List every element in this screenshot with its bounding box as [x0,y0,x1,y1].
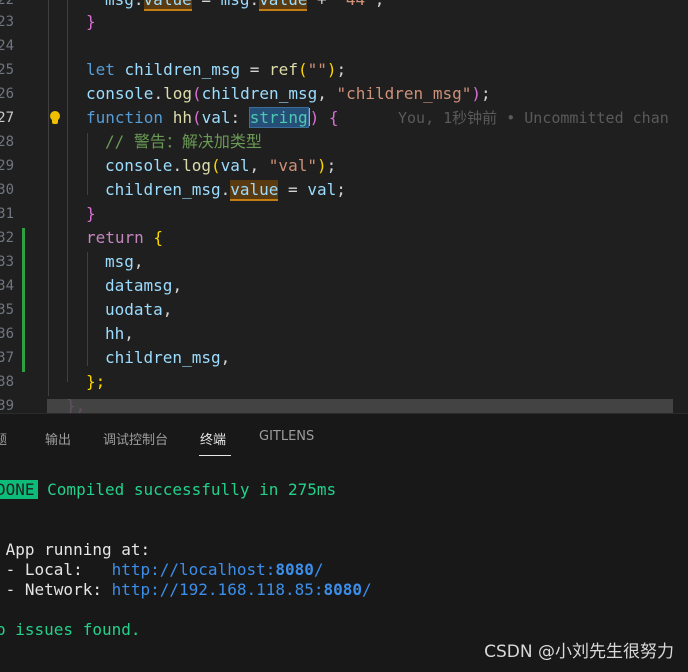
line-number: 34 [0,278,14,294]
code-text: let children_msg = ref(""); [86,60,347,79]
line-number: 35 [0,302,14,318]
local-url-link[interactable]: http://localhost:8080/ [112,560,324,579]
terminal-line: - Local: http://localhost:8080/ [0,560,324,579]
tab-output[interactable]: 输出 [45,429,71,448]
terminal-line: DONE Compiled successfully in 275ms [0,480,336,500]
code-line[interactable]: 37 children_msg, [0,346,688,370]
code-text: uodata, [105,300,173,319]
code-line[interactable]: 26 console.log(children_msg, "children_m… [0,82,688,106]
code-line[interactable]: 28 // 警告：解决加类型 [0,130,688,154]
code-line[interactable]: 25 let children_msg = ref(""); [0,58,688,82]
code-text: console.log(val, "val"); [105,156,337,175]
line-number: 36 [0,326,14,342]
terminal-line: o issues found. [0,620,141,639]
code-text: } [86,12,96,31]
line-number: 27 [0,110,14,126]
code-comment: // 警告：解决加类型 [105,132,262,151]
watermark: CSDN @小刘先生很努力 [484,642,674,662]
code-text: children_msg.value = val; [105,180,346,201]
line-number: 25 [0,62,14,78]
tab-problems[interactable]: 题 [0,429,7,448]
code-line[interactable]: 33 msg, [0,250,688,274]
tab-gitlens[interactable]: GITLENS [259,429,314,444]
line-number: 28 [0,134,14,150]
line-number: 32 [0,230,14,246]
code-line-current[interactable]: 27 function hh(val: string) { You, 1秒钟前 … [0,106,688,130]
code-editor[interactable]: 22 msg.value = msg.value + "44"; 23 } 24… [0,0,688,413]
code-line[interactable]: 29 console.log(val, "val"); [0,154,688,178]
code-line[interactable]: 23 } [0,10,688,34]
code-line[interactable]: 32 return { [0,226,688,250]
done-badge: DONE [0,480,38,499]
code-line[interactable]: 38 }; [0,370,688,394]
code-text: function hh(val: string) { [86,107,339,128]
code-line[interactable]: 30 children_msg.value = val; [0,178,688,202]
line-number: 30 [0,182,14,198]
code-line[interactable]: 24 [0,34,688,58]
active-tab-indicator [199,455,231,456]
code-line[interactable]: 31 } [0,202,688,226]
line-number: 37 [0,350,14,366]
bottom-panel: 题 输出 调试控制台 终端 GITLENS DONE Compiled succ… [0,413,688,672]
code-text: datamsg, [105,276,183,295]
code-text: return { [86,228,164,247]
code-line[interactable]: 36 hh, [0,322,688,346]
code-text: }; [86,372,106,391]
line-number: 33 [0,254,14,270]
code-text: } [86,204,96,223]
line-number: 39 [0,398,14,413]
horizontal-scrollbar[interactable] [47,399,673,413]
terminal-line: - Network: http://192.168.118.85:8080/ [0,580,372,599]
line-number: 38 [0,374,14,390]
line-number: 23 [0,14,14,30]
line-number: 29 [0,158,14,174]
line-number: 31 [0,206,14,222]
code-line[interactable]: 35 uodata, [0,298,688,322]
selected-token[interactable]: string [248,107,309,128]
tab-debug-console[interactable]: 调试控制台 [103,429,168,448]
lightbulb-icon[interactable] [49,111,61,125]
vertical-scrollbar[interactable] [673,0,688,413]
code-text: children_msg, [105,348,231,367]
tab-terminal[interactable]: 终端 [200,429,226,448]
code-line[interactable]: 34 datamsg, [0,274,688,298]
code-text: console.log(children_msg, "children_msg"… [86,84,491,103]
network-url-link[interactable]: http://192.168.118.85:8080/ [112,580,372,599]
panel-tabs: 题 输出 调试控制台 终端 GITLENS [0,414,688,458]
code-text: msg, [105,252,144,271]
code-text: hh, [105,324,134,343]
terminal-line: App running at: [0,540,151,559]
line-number: 24 [0,38,14,54]
line-number: 26 [0,86,14,102]
git-blame-annotation[interactable]: You, 1秒钟前 • Uncommitted chan [398,106,669,130]
